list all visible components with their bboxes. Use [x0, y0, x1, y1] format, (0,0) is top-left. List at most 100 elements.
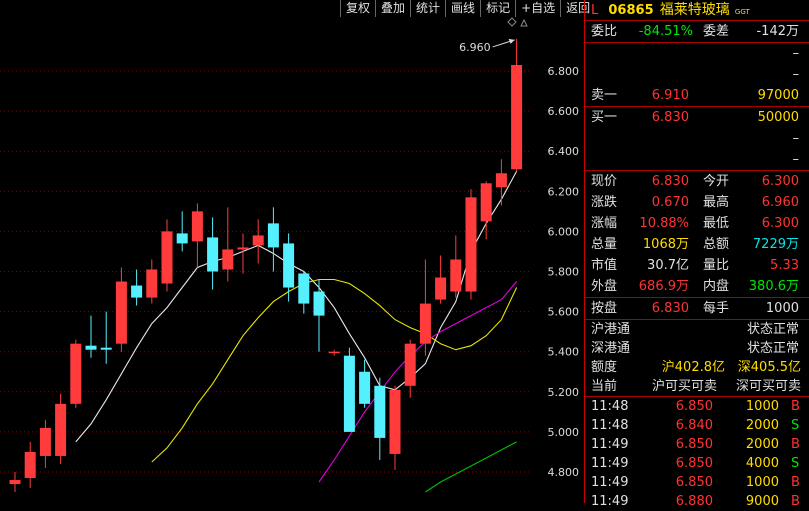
sgt-status: 状态正常 — [746, 341, 799, 356]
tick-row: 11:49 6.850 2000 B — [591, 437, 800, 452]
last-price: 6.830 — [651, 174, 689, 189]
hgt-status: 状态正常 — [746, 322, 799, 337]
stat-row: 总量 1068万 总额 7229万 — [585, 234, 809, 255]
candlestick-chart[interactable]: 6.800 6.600 6.400 6.200 6.000 5.800 5.600 5.400… — [0, 0, 584, 503]
order-ratio-row: 委比 -84.51% 委差 -142万 — [585, 21, 809, 42]
y-tick-label: 6.600 — [548, 105, 580, 118]
candle-body — [419, 303, 431, 344]
candle-body — [450, 259, 462, 292]
moving-average-line — [425, 441, 517, 493]
outer-volume: 686.9万 — [638, 279, 689, 294]
y-tick-label: 5.200 — [548, 386, 580, 399]
stats-block: 现价 6.830 今开 6.300 涨跌 0.670 最高 6.960 涨幅 1… — [585, 171, 809, 297]
volume-ratio: 5.33 — [770, 258, 799, 273]
stock-code: 06865 — [608, 3, 654, 18]
stock-title: L 06865 福莱特玻璃 GGT — [585, 0, 809, 20]
candle-body — [480, 183, 492, 222]
candle-body — [267, 223, 279, 248]
moving-average-line — [75, 171, 518, 443]
y-tick-label: 4.800 — [548, 466, 580, 479]
candle-body — [39, 427, 51, 456]
candle-body — [222, 249, 234, 270]
triangle-icon — [520, 18, 528, 27]
candle-body — [24, 451, 36, 479]
total-volume: 1068万 — [642, 237, 689, 252]
buy-1-volume: 50000 — [757, 110, 799, 125]
add-watchlist-button[interactable]: +自选 — [515, 0, 560, 17]
candle-body — [131, 285, 143, 298]
ask-empty-row: – — [792, 67, 800, 82]
sell-1-price: 6.910 — [651, 88, 689, 103]
draw-line-button[interactable]: 画线 — [445, 0, 480, 17]
candle-body — [328, 351, 340, 354]
candle-body — [115, 281, 127, 344]
ask-empty-row: – — [792, 46, 800, 61]
candle-body — [404, 343, 416, 386]
candle-body — [85, 345, 97, 350]
change-percent: 10.88% — [639, 216, 689, 231]
y-tick-label: 6.800 — [548, 65, 580, 78]
candle-body — [237, 247, 249, 250]
tick-list: 11:48 6.850 1000 B 11:48 6.840 2000 S 11… — [585, 397, 809, 511]
ggt-badge: GGT — [734, 8, 750, 16]
quota-row: 额度 沪402.8亿 深405.5亿 — [591, 360, 801, 375]
y-tick-label: 6.400 — [548, 145, 580, 158]
candle-body — [511, 64, 523, 170]
candle-body — [161, 231, 173, 284]
bid-empty-row: – — [792, 131, 800, 146]
candle-body — [70, 343, 82, 404]
mark-button[interactable]: 标记 — [480, 0, 515, 17]
candle-body — [146, 269, 158, 298]
y-tick-label: 5.000 — [548, 426, 580, 439]
candle-body — [55, 403, 67, 456]
sgt-row: 深港通 状态正常 — [591, 341, 799, 356]
candle-body — [252, 235, 264, 246]
candle-body — [9, 480, 21, 485]
weicha-label: 委差 — [703, 24, 730, 39]
candle-body — [298, 273, 310, 304]
quota-sh: 沪402.8亿 — [661, 360, 725, 375]
market-cap: 30.7亿 — [647, 258, 689, 273]
now-sh: 沪可买可卖 — [651, 379, 717, 394]
candle-body — [374, 385, 386, 438]
market-tag: L — [591, 3, 599, 18]
candle-body — [100, 347, 112, 350]
now-sz: 深可买可卖 — [735, 379, 801, 394]
tick-row: 11:48 6.850 1000 B — [591, 399, 800, 414]
ask-1-row[interactable]: 卖一 6.910 97000 — [585, 85, 809, 106]
overlay-button[interactable]: 叠加 — [375, 0, 410, 17]
candle-body — [495, 173, 507, 188]
candle-body — [359, 371, 371, 404]
lot-size: 1000 — [765, 301, 799, 316]
chart-toolbar: 复权 叠加 统计 画线 标记 +自选 返回 — [340, 0, 596, 17]
weibi-value: -84.51% — [638, 24, 693, 39]
high-price-label: 6.960 — [459, 41, 491, 54]
stat-row: 涨幅 10.88% 最低 6.300 — [585, 213, 809, 234]
y-tick-label: 5.800 — [548, 266, 580, 279]
high-price: 6.960 — [761, 195, 799, 210]
candle-body — [191, 211, 203, 242]
buy-1-label: 买一 — [591, 110, 618, 125]
stock-name: 福莱特玻璃 — [659, 2, 730, 18]
trade-status-row: 当前 沪可买可卖 深可买可卖 — [591, 379, 801, 394]
candle-body — [207, 237, 219, 272]
total-amount: 7229万 — [752, 237, 799, 252]
y-tick-label: 6.000 — [548, 225, 580, 238]
tick-row: 11:49 6.850 1000 B — [591, 475, 800, 490]
inner-volume: 380.6万 — [748, 279, 799, 294]
bid-1-row[interactable]: 买一 6.830 50000 — [585, 107, 809, 128]
statistics-button[interactable]: 统计 — [410, 0, 445, 17]
y-tick-label: 5.600 — [548, 306, 580, 319]
candle-body — [435, 277, 447, 300]
quota-sz: 深405.5亿 — [737, 360, 801, 375]
sell-1-label: 卖一 — [591, 88, 618, 103]
buy-1-price: 6.830 — [651, 110, 689, 125]
candle-body — [343, 355, 355, 432]
quote-panel: L 06865 福莱特玻璃 GGT 委比 -84.51% 委差 -142万 – … — [585, 0, 809, 509]
stat-row: 现价 6.830 今开 6.300 — [585, 171, 809, 192]
tick-row: 11:48 6.840 2000 S — [591, 418, 800, 433]
tick-row: 11:49 6.850 4000 S — [591, 456, 800, 471]
candle-body — [465, 197, 477, 292]
stat-row: 外盘 686.9万 内盘 380.6万 — [585, 276, 809, 297]
restore-rights-button[interactable]: 复权 — [340, 0, 375, 17]
